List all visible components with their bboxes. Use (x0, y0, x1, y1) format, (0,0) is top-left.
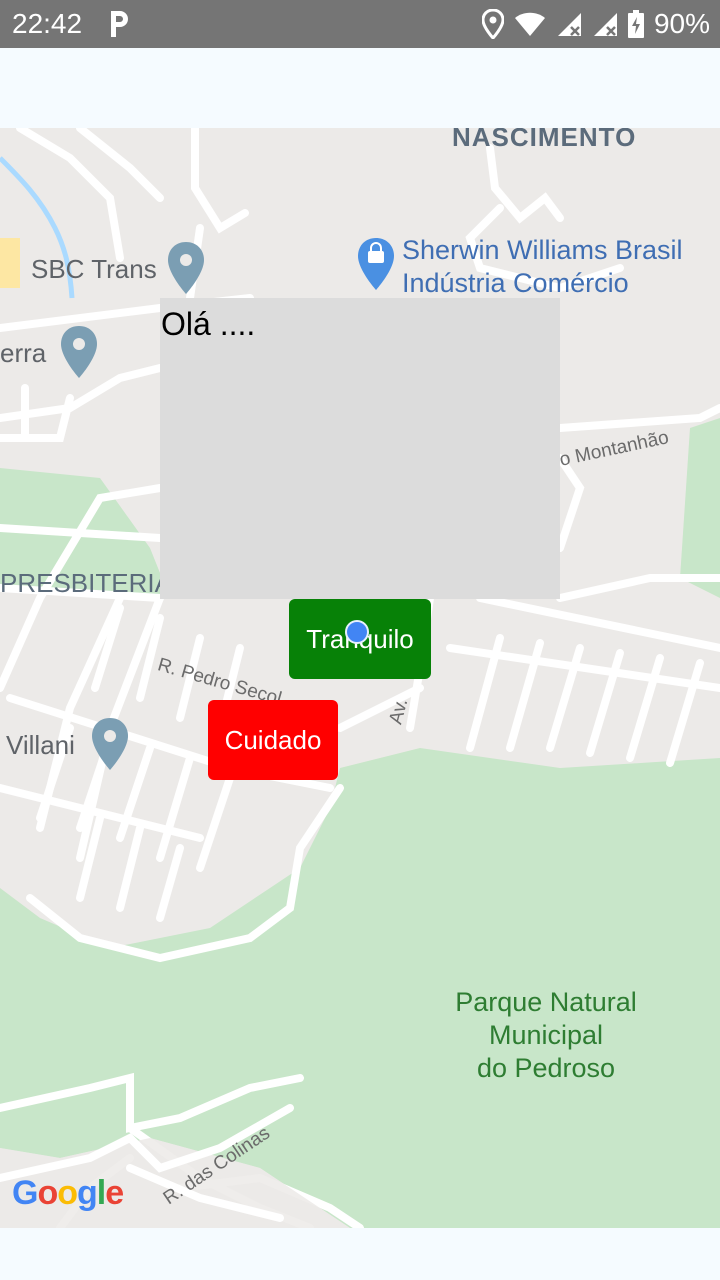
signal-icon (557, 13, 581, 36)
park-line-2: Municipal (488, 1020, 604, 1050)
park-line-1: Parque Natural (455, 987, 637, 1017)
google-logo-letter: o (57, 1174, 78, 1212)
google-logo-letter: G (12, 1174, 38, 1212)
info-popup: Olá .... (160, 298, 560, 599)
google-logo: Google (12, 1174, 124, 1213)
google-logo-letter: g (77, 1174, 98, 1212)
location-icon (481, 9, 504, 39)
my-location-dot (345, 620, 369, 644)
google-logo-letter: o (37, 1174, 58, 1212)
popup-text: Olá .... (161, 306, 256, 342)
park-line-3: do Pedroso (476, 1053, 616, 1083)
status-time: 22:42 (12, 8, 83, 39)
google-logo-letter: l (96, 1174, 107, 1212)
shopping-pin-icon[interactable] (356, 236, 396, 292)
battery-icon (627, 10, 644, 38)
status-bar: 22:42 90% (0, 0, 720, 48)
bottom-bar (0, 1228, 720, 1280)
cuidado-button[interactable]: Cuidado (208, 700, 338, 780)
map-label-serra[interactable]: erra (0, 338, 46, 369)
map-label-villani[interactable]: Villani (6, 730, 75, 761)
place-pin-icon[interactable] (59, 324, 99, 380)
app-header (0, 48, 720, 128)
google-logo-letter: e (105, 1174, 124, 1212)
signal-icon-2 (593, 13, 617, 36)
map-label-park[interactable]: Parque Natural Municipal do Pedroso (448, 986, 644, 1085)
wifi-icon (514, 12, 545, 36)
map-label-sherwin-1[interactable]: Sherwin Williams Brasil (402, 234, 683, 267)
map-label-sbc-trans[interactable]: SBC Trans (31, 254, 157, 285)
battery-percent: 90% (653, 8, 710, 39)
map-label-presbiteriana: PRESBITERIAI (0, 568, 180, 598)
place-pin-icon[interactable] (166, 240, 206, 296)
parking-icon (111, 11, 128, 37)
map-label-nascimento: NASCIMENTO (452, 128, 637, 152)
map-label-sherwin-2[interactable]: Indústria Comércio (402, 267, 629, 300)
place-pin-icon[interactable] (90, 716, 130, 772)
